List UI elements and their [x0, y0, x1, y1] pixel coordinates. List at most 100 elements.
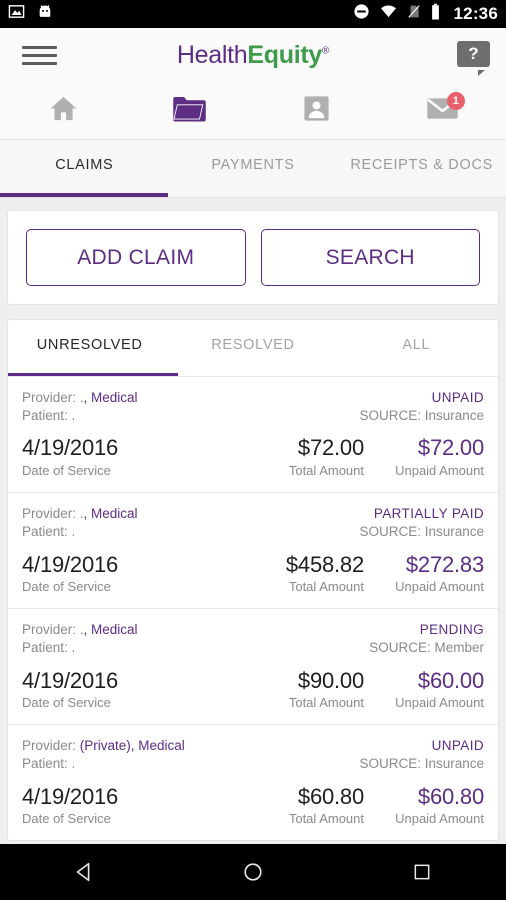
claim-amounts: 4/19/2016 Date of Service $72.00 Total A…	[22, 436, 484, 478]
menu-icon[interactable]	[22, 46, 68, 65]
primary-tabs: CLAIMS PAYMENTS RECEIPTS & DOCS	[0, 140, 506, 198]
content-scroll-area[interactable]: ADD CLAIM SEARCH UNRESOLVED RESOLVED ALL…	[0, 198, 506, 844]
claim-unpaid-column: $60.80 Unpaid Amount	[364, 783, 484, 827]
claim-amounts: 4/19/2016 Date of Service $60.80 Total A…	[22, 783, 484, 827]
claim-provider: Provider: ., Medical	[22, 621, 369, 639]
folder-icon	[172, 94, 207, 129]
search-button[interactable]: SEARCH	[260, 229, 480, 286]
nav-home-button[interactable]	[169, 861, 338, 883]
claim-parties: Provider: ., Medical Patient: .	[22, 621, 369, 657]
claim-header: Provider: ., Medical Patient: . PARTIALL…	[22, 505, 484, 541]
claim-total-value: $458.82	[285, 551, 364, 577]
nav-item-messages[interactable]: 1	[380, 83, 506, 139]
healthequity-logo: HealthEquity®	[0, 41, 506, 70]
status-badge: PENDING	[419, 622, 484, 638]
claim-provider-prefix: Provider:	[22, 738, 80, 754]
android-status-bar: 12:36	[0, 0, 506, 28]
claim-total-value: $60.80	[297, 783, 364, 809]
android-head-icon	[37, 3, 53, 25]
claim-date-column: 4/19/2016 Date of Service	[22, 552, 232, 595]
claim-unpaid-column: $72.00 Unpaid Amount	[364, 436, 484, 478]
claim-patient: Patient: .	[22, 640, 76, 656]
claim-total-value: $72.00	[297, 435, 364, 461]
claim-row[interactable]: Provider: (Private), Medical Patient: . …	[8, 725, 498, 840]
no-sim-icon	[407, 3, 421, 25]
claim-row[interactable]: Provider: ., Medical Patient: . UNPAID S…	[8, 377, 498, 494]
do-not-disturb-icon	[353, 3, 370, 25]
claim-total-column: $72.00 Total Amount	[232, 436, 364, 478]
claim-date-label: Date of Service	[22, 579, 111, 595]
battery-icon	[430, 3, 441, 26]
claim-parties: Provider: (Private), Medical Patient: .	[22, 737, 359, 773]
brand-header: HealthEquity® ?	[0, 28, 506, 83]
claim-total-label: Total Amount	[288, 811, 364, 827]
claim-unpaid-label: Unpaid Amount	[395, 811, 484, 827]
message-badge: 1	[446, 92, 465, 110]
claim-provider-link[interactable]: (Private), Medical	[80, 738, 185, 753]
claim-amounts: 4/19/2016 Date of Service $458.82 Total …	[22, 551, 484, 595]
status-bar-right-icons: 12:36	[353, 3, 498, 26]
add-claim-button[interactable]: ADD CLAIM	[26, 229, 246, 286]
claim-header: Provider: ., Medical Patient: . PENDING …	[22, 621, 484, 657]
claim-row[interactable]: Provider: ., Medical Patient: . PENDING …	[8, 609, 498, 726]
claim-unpaid-label: Unpaid Amount	[395, 579, 484, 595]
nav-item-home[interactable]	[0, 83, 127, 139]
help-button[interactable]: ?	[457, 40, 490, 76]
recents-square-icon	[414, 864, 430, 880]
wifi-icon	[379, 3, 398, 25]
subtab-resolved[interactable]: RESOLVED	[171, 320, 334, 376]
subtab-all[interactable]: ALL	[335, 320, 498, 376]
claim-total-column: $90.00 Total Amount	[232, 667, 364, 711]
claim-date-label: Date of Service	[22, 811, 111, 827]
claim-header: Provider: ., Medical Patient: . UNPAID S…	[22, 389, 484, 425]
nav-item-claims[interactable]	[127, 83, 254, 139]
claim-provider-prefix: Provider: .	[22, 622, 84, 638]
claim-row[interactable]: Provider: ., Medical Patient: . PARTIALL…	[8, 493, 498, 610]
claim-provider-prefix: Provider: .	[22, 506, 84, 522]
claim-provider-link[interactable]: , Medical	[84, 390, 138, 405]
claim-provider: Provider: ., Medical	[22, 389, 359, 407]
claim-provider: Provider: ., Medical	[22, 505, 359, 523]
claim-patient: Patient: .	[22, 756, 76, 772]
claim-date-column: 4/19/2016 Date of Service	[22, 436, 232, 478]
claim-unpaid-column: $272.83 Unpaid Amount	[364, 552, 484, 595]
claim-patient: Patient: .	[22, 524, 76, 540]
claim-provider-prefix: Provider: .	[22, 390, 84, 405]
status-badge: UNPAID	[431, 738, 484, 754]
tab-receipts-and-docs[interactable]: RECEIPTS & DOCS	[337, 140, 506, 197]
back-triangle-icon	[77, 862, 90, 882]
claim-date-value: 4/19/2016	[22, 667, 119, 693]
home-icon	[48, 93, 79, 129]
app-root: 12:36 HealthEquity® ? 1 CLAIMS PAYMENTS …	[0, 0, 506, 900]
claim-source: SOURCE: Insurance	[359, 756, 484, 772]
claim-source: SOURCE: Insurance	[359, 524, 484, 540]
status-badge: PARTIALLY PAID	[373, 506, 484, 522]
status-bar-left-icons	[8, 3, 53, 25]
logo-equity-text: Equity	[247, 41, 322, 69]
nav-item-account[interactable]	[253, 83, 380, 139]
tab-claims[interactable]: CLAIMS	[0, 140, 169, 197]
claim-total-label: Total Amount	[288, 463, 364, 479]
status-bar-clock: 12:36	[453, 4, 498, 23]
subtab-unresolved[interactable]: UNRESOLVED	[8, 320, 171, 376]
claim-provider-link[interactable]: , Medical	[84, 622, 138, 637]
menu-icon-bar	[22, 46, 57, 49]
nav-back-button[interactable]	[0, 861, 169, 883]
screenshot-icon	[8, 3, 25, 25]
claim-date-label: Date of Service	[22, 695, 111, 711]
menu-icon-bar	[22, 54, 57, 57]
logo-registered-mark: ®	[321, 45, 330, 57]
claim-unpaid-value: $60.00	[417, 667, 484, 693]
claim-total-value: $90.00	[297, 667, 364, 693]
logo-health-text: Health	[176, 41, 248, 69]
claim-unpaid-value: $60.80	[417, 783, 484, 809]
claim-total-label: Total Amount	[288, 695, 364, 711]
action-card: ADD CLAIM SEARCH	[7, 210, 499, 305]
claim-unpaid-label: Unpaid Amount	[395, 695, 484, 711]
tab-payments[interactable]: PAYMENTS	[169, 140, 338, 197]
claim-date-value: 4/19/2016	[22, 783, 119, 809]
nav-recents-button[interactable]	[337, 862, 506, 882]
claims-list-card: UNRESOLVED RESOLVED ALL Provider: ., Med…	[7, 319, 499, 842]
claim-status-block: UNPAID SOURCE: Insurance	[359, 389, 484, 425]
claim-provider-link[interactable]: , Medical	[84, 506, 138, 521]
